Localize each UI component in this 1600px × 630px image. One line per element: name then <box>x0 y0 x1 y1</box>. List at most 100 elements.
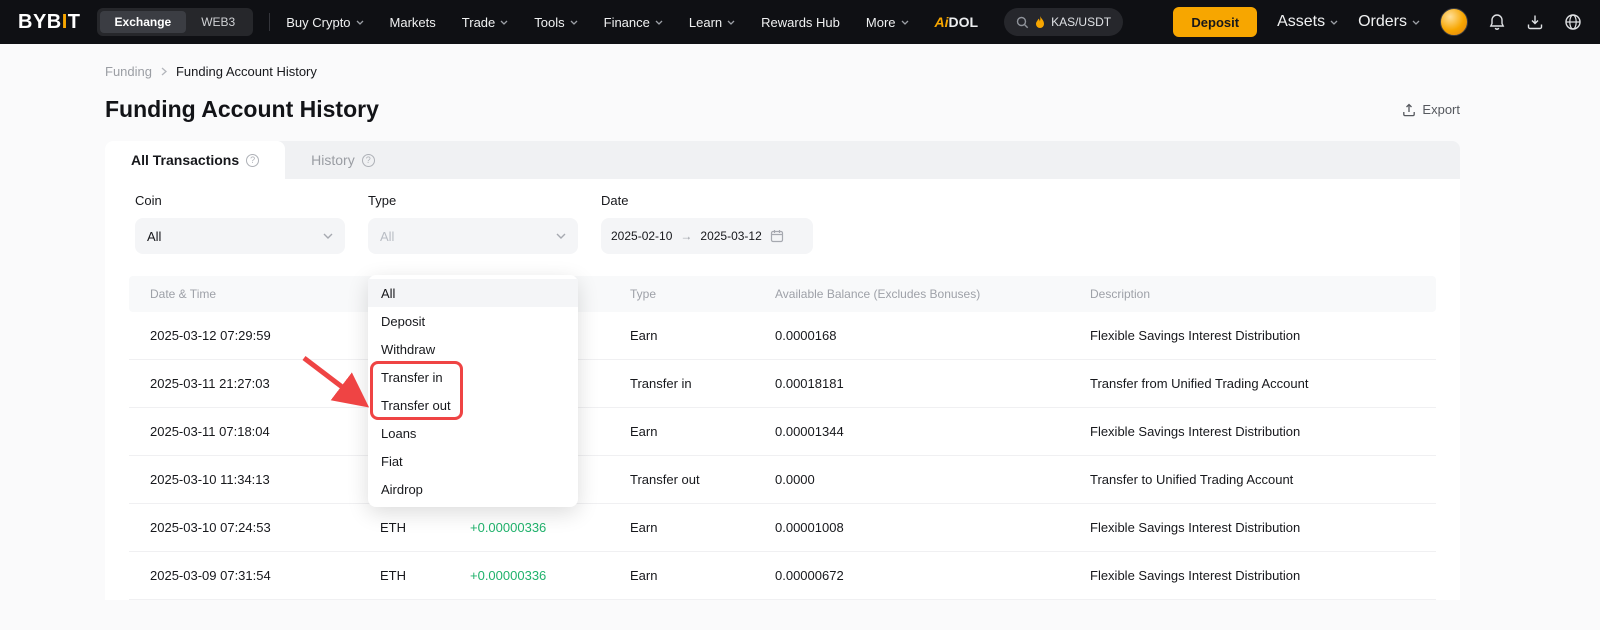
coin-select[interactable]: All <box>135 218 345 254</box>
coin-select-value: All <box>147 229 161 244</box>
nav-rewards-hub[interactable]: Rewards Hub <box>761 15 840 30</box>
nav-buy-crypto[interactable]: Buy Crypto <box>286 15 363 30</box>
info-icon <box>362 154 375 167</box>
notifications-button[interactable] <box>1488 13 1506 31</box>
cell-datetime: 2025-03-12 07:29:59 <box>150 328 380 343</box>
export-label: Export <box>1422 102 1460 117</box>
breadcrumb-current: Funding Account History <box>176 64 317 79</box>
type-dropdown: All Deposit Withdraw Transfer in Transfe… <box>368 275 578 507</box>
cell-type: Earn <box>630 520 775 535</box>
flame-icon <box>1035 16 1045 29</box>
cell-balance: 0.00001344 <box>775 424 1090 439</box>
export-button[interactable]: Export <box>1402 102 1460 117</box>
cell-coin: ETH <box>380 520 470 535</box>
cell-balance: 0.0000168 <box>775 328 1090 343</box>
nav-label: Markets <box>390 15 436 30</box>
col-type: Type <box>630 287 775 301</box>
type-select[interactable]: All <box>368 218 578 254</box>
chevron-down-icon <box>655 20 663 25</box>
nav-more[interactable]: More <box>866 15 909 30</box>
deposit-button[interactable]: Deposit <box>1173 7 1257 37</box>
switch-web3[interactable]: WEB3 <box>186 11 250 33</box>
table-row: 2025-03-09 07:31:54 ETH +0.00000336 Earn… <box>129 552 1436 600</box>
date-filter-label: Date <box>601 193 813 208</box>
cell-description: Transfer to Unified Trading Account <box>1090 472 1436 487</box>
nav-markets[interactable]: Markets <box>390 15 436 30</box>
dropdown-option-withdraw[interactable]: Withdraw <box>368 335 578 363</box>
cell-type: Earn <box>630 328 775 343</box>
cell-type: Transfer in <box>630 376 775 391</box>
avatar[interactable] <box>1440 8 1468 36</box>
cell-description: Flexible Savings Interest Distribution <box>1090 328 1436 343</box>
coin-filter-label: Coin <box>135 193 345 208</box>
dropdown-option-deposit[interactable]: Deposit <box>368 307 578 335</box>
table-row: 2025-03-12 07:29:59 Earn 0.0000168 Flexi… <box>129 312 1436 360</box>
dropdown-option-fiat[interactable]: Fiat <box>368 447 578 475</box>
cell-description: Flexible Savings Interest Distribution <box>1090 424 1436 439</box>
nav-tools[interactable]: Tools <box>534 15 577 30</box>
nav-label: Orders <box>1358 13 1407 31</box>
history-card: All Transactions History Coin All <box>105 141 1460 600</box>
switch-exchange[interactable]: Exchange <box>100 11 187 33</box>
chevron-down-icon <box>323 233 333 239</box>
info-icon <box>246 154 259 167</box>
nav-learn[interactable]: Learn <box>689 15 735 30</box>
date-range-picker[interactable]: 2025-02-10 → 2025-03-12 <box>601 218 813 254</box>
col-date-time: Date & Time <box>150 287 380 301</box>
nav-aidol[interactable]: AiDOL <box>935 14 979 30</box>
cell-balance: 0.00000672 <box>775 568 1090 583</box>
page-title: Funding Account History <box>105 96 379 123</box>
export-icon <box>1402 103 1416 117</box>
download-app-button[interactable] <box>1526 13 1544 31</box>
topbar-right: Deposit Assets Orders <box>1173 7 1582 37</box>
nav-assets[interactable]: Assets <box>1277 13 1338 31</box>
chevron-down-icon <box>901 20 909 25</box>
language-button[interactable] <box>1564 13 1582 31</box>
breadcrumb-separator-icon <box>161 67 167 76</box>
tab-label: History <box>311 152 355 168</box>
nav-label: Tools <box>534 15 564 30</box>
transactions-table: Date & Time Type Available Balance (Excl… <box>129 276 1436 600</box>
chevron-down-icon <box>1330 20 1338 25</box>
type-select-value: All <box>380 229 394 244</box>
aidol-rest: DOL <box>949 14 979 30</box>
dropdown-option-transfer-in[interactable]: Transfer in <box>368 363 578 391</box>
cell-balance: 0.0000 <box>775 472 1090 487</box>
nav-label: Rewards Hub <box>761 15 840 30</box>
breadcrumb-funding[interactable]: Funding <box>105 64 152 79</box>
date-filter: Date 2025-02-10 → 2025-03-12 <box>601 193 813 254</box>
nav-orders[interactable]: Orders <box>1358 13 1420 31</box>
tab-history[interactable]: History <box>285 141 401 179</box>
dropdown-option-all[interactable]: All <box>368 279 578 307</box>
nav-trade[interactable]: Trade <box>462 15 508 30</box>
cell-type: Transfer out <box>630 472 775 487</box>
logo-text-2: T <box>68 11 81 33</box>
cell-balance: 0.00001008 <box>775 520 1090 535</box>
nav-finance[interactable]: Finance <box>604 15 663 30</box>
cell-type: Earn <box>630 568 775 583</box>
table-row: 2025-03-11 21:27:03 Transfer in 0.000181… <box>129 360 1436 408</box>
logo-text: BYB <box>18 11 62 33</box>
chevron-down-icon <box>356 20 364 25</box>
dropdown-option-airdrop[interactable]: Airdrop <box>368 475 578 503</box>
cell-coin: ETH <box>380 568 470 583</box>
cell-quantity: +0.00000336 <box>470 568 630 583</box>
product-switch: Exchange WEB3 <box>97 8 254 36</box>
cell-quantity: +0.00000336 <box>470 520 630 535</box>
cell-datetime: 2025-03-10 07:24:53 <box>150 520 380 535</box>
bybit-logo[interactable]: BYBIT <box>18 11 81 34</box>
search-box[interactable]: KAS/USDT <box>1004 8 1123 36</box>
dropdown-option-transfer-out[interactable]: Transfer out <box>368 391 578 419</box>
cell-description: Flexible Savings Interest Distribution <box>1090 568 1436 583</box>
date-to: 2025-03-12 <box>700 229 761 243</box>
chevron-down-icon <box>570 20 578 25</box>
bell-icon <box>1488 13 1506 31</box>
cell-type: Earn <box>630 424 775 439</box>
tab-all-transactions[interactable]: All Transactions <box>105 141 285 179</box>
dropdown-option-loans[interactable]: Loans <box>368 419 578 447</box>
globe-icon <box>1564 13 1582 31</box>
table-header: Date & Time Type Available Balance (Excl… <box>129 276 1436 312</box>
nav-label: Buy Crypto <box>286 15 350 30</box>
nav-label: Learn <box>689 15 722 30</box>
page: Funding Funding Account History Funding … <box>0 44 1600 630</box>
